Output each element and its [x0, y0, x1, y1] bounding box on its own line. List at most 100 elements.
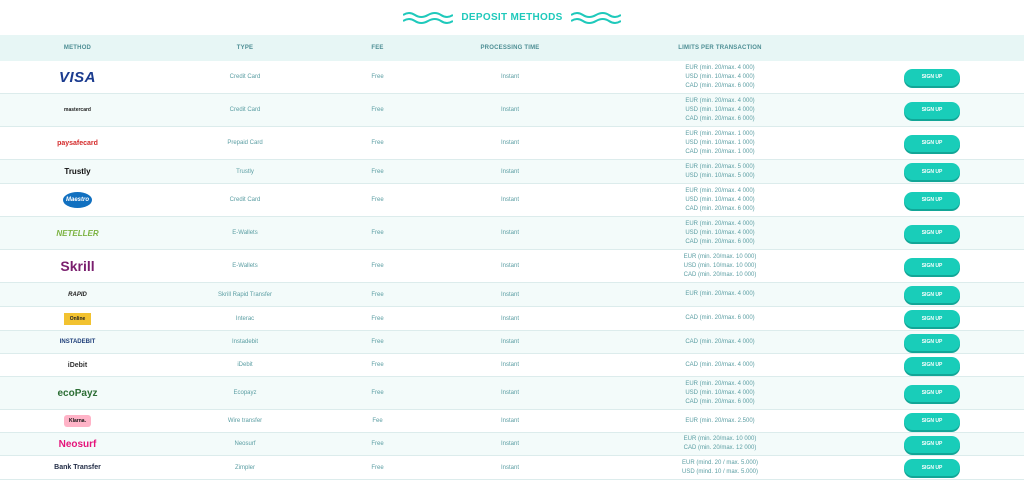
- processing-cell: Instant: [500, 362, 519, 368]
- processing-cell: Instant: [500, 418, 519, 424]
- limit-line: USD (min. 10/max. 4 000): [685, 73, 755, 80]
- limit-line: CAD (min. 20/max. 4 000): [685, 361, 755, 368]
- type-cell: E-Wallets: [232, 263, 258, 269]
- table-row: RAPID Skrill Rapid Transfer Free Instant EUR…: [0, 283, 1024, 307]
- sign-up-button[interactable]: SIGN UP: [904, 412, 960, 430]
- limit-line: EUR (min. 20/max. 2.500): [685, 417, 755, 424]
- table-row: Online Interac Free Instant CAD (min. 20/max…: [0, 307, 1024, 331]
- method-cell: Neosurf: [0, 439, 155, 450]
- limit-line: USD (min. 10/max. 4 000): [685, 389, 755, 396]
- table-row: Bank Transfer Zimpler Free Instant EUR (mind…: [0, 456, 1024, 480]
- limit-line: EUR (min. 20/max. 4 000): [685, 291, 755, 297]
- table-row: VISA Credit Card Free Instant EUR (min. 20/m…: [0, 61, 1024, 94]
- sign-up-button[interactable]: SIGN UP: [904, 191, 960, 209]
- table-row: INSTADEBIT Instadebit Free Instant CAD (min.…: [0, 331, 1024, 354]
- fee-cell: Free: [371, 230, 384, 236]
- fee-cell: Free: [371, 197, 384, 203]
- table-row: Maestro Credit Card Free Instant EUR (min. 2…: [0, 184, 1024, 217]
- limits-cell: EUR (min. 20/max. 10 000) USD (min. 10/ma…: [600, 253, 840, 280]
- limit-line: USD (min. 10/max. 5 000): [685, 172, 755, 179]
- limits-cell: CAD (min. 20/max. 4 000): [600, 338, 840, 347]
- sign-up-button[interactable]: SIGN UP: [904, 224, 960, 242]
- processing-cell: Instant: [500, 464, 519, 471]
- limit-line: USD (min. 10/max. 1 000): [685, 139, 755, 146]
- limit-line: EUR (min. 20/max. 10 000): [683, 436, 757, 442]
- method-cell: NETELLER: [0, 229, 155, 238]
- type-cell: Ecopayz: [233, 390, 257, 396]
- sign-up-button[interactable]: SIGN UP: [904, 310, 960, 327]
- limits-cell: EUR (min. 20/max. 4 000) USD (min. 10/max…: [600, 97, 840, 124]
- skrill-logo-icon: Skrill: [60, 258, 95, 274]
- limit-line: USD (min. 10/max. 10 000): [683, 262, 757, 269]
- table-row: Neosurf Neosurf Free Instant EUR (min. 20/ma…: [0, 433, 1024, 456]
- table-body: VISA Credit Card Free Instant EUR (min. 20/m…: [0, 61, 1024, 480]
- processing-cell: Instant: [500, 230, 519, 236]
- limit-line: EUR (mind. 20 / max. 5.000): [681, 459, 759, 466]
- limit-line: USD (mind. 10 / max. 5.000): [681, 468, 759, 475]
- table-row: ecoPayz Ecopayz Free Instant EUR (min. 20/ma…: [0, 377, 1024, 410]
- limits-cell: EUR (min. 20/max. 1 000) USD (min. 10/max…: [600, 130, 840, 157]
- sign-up-button[interactable]: SIGN UP: [904, 257, 960, 275]
- method-cell: Online: [0, 312, 155, 325]
- type-cell: Zimpler: [234, 464, 255, 471]
- limit-line: CAD (min. 20/max. 10 000): [683, 271, 757, 278]
- column-header-fee: FEE: [371, 45, 384, 51]
- klarna-logo-icon: Klarna.: [64, 415, 91, 427]
- type-cell: Instadebit: [231, 339, 259, 345]
- fee-cell: Free: [371, 441, 384, 447]
- limit-line: CAD (min. 20/max. 6 000): [685, 238, 755, 245]
- limits-cell: EUR (min. 20/max. 4 000) USD (min. 10/max…: [600, 187, 840, 214]
- section-header: DEPOSIT METHODS: [0, 0, 1024, 35]
- type-cell: Credit Card: [229, 74, 261, 80]
- column-header-processing: PROCESSING TIME: [480, 45, 540, 51]
- fee-cell: Free: [371, 263, 384, 269]
- method-cell: paysafecard: [0, 140, 155, 147]
- method-cell: mastercard: [0, 107, 155, 113]
- method-cell: Bank Transfer: [0, 464, 155, 471]
- processing-cell: Instant: [500, 107, 519, 113]
- limit-line: CAD (min. 20/max. 1 000): [685, 148, 755, 155]
- type-cell: Interac: [235, 315, 255, 322]
- sign-up-button[interactable]: SIGN UP: [904, 435, 960, 453]
- mastercard-logo-icon: mastercard: [64, 107, 91, 113]
- limit-line: EUR (min. 20/max. 5 000): [685, 163, 755, 170]
- type-cell: Credit Card: [229, 107, 261, 113]
- paysafecard-logo-icon: paysafecard: [57, 139, 98, 147]
- sign-up-button[interactable]: SIGN UP: [904, 101, 960, 119]
- limit-line: EUR (min. 20/max. 4 000): [685, 64, 755, 71]
- limit-line: CAD (min. 20/max. 4 000): [685, 338, 755, 345]
- limit-line: CAD (min. 20/max. 6 000): [685, 115, 755, 122]
- sign-up-button[interactable]: SIGN UP: [904, 459, 960, 476]
- method-cell: ecoPayz: [0, 388, 155, 399]
- sign-up-button[interactable]: SIGN UP: [904, 356, 960, 374]
- sign-up-button[interactable]: SIGN UP: [904, 333, 960, 351]
- fee-cell: Free: [371, 74, 384, 80]
- instadebit-logo-icon: INSTADEBIT: [59, 339, 96, 345]
- limits-cell: CAD (min. 20/max. 4 000): [600, 361, 840, 370]
- table-row: NETELLER E-Wallets Free Instant EUR (min. 20…: [0, 217, 1024, 250]
- fee-cell: Free: [371, 291, 384, 298]
- fee-cell: Free: [371, 464, 384, 471]
- limit-line: USD (min. 10/max. 4 000): [685, 106, 755, 113]
- limits-cell: EUR (min. 20/max. 10 000) CAD (min. 20/ma…: [600, 435, 840, 453]
- sign-up-button[interactable]: SIGN UP: [904, 134, 960, 152]
- sign-up-button[interactable]: SIGN UP: [904, 384, 960, 402]
- limit-line: CAD (min. 20/max. 6 000): [685, 205, 755, 212]
- sign-up-button[interactable]: SIGN UP: [904, 286, 960, 303]
- sign-up-button[interactable]: SIGN UP: [904, 163, 960, 180]
- sign-up-button[interactable]: SIGN UP: [904, 68, 960, 86]
- processing-cell: Instant: [500, 197, 519, 203]
- maestro-logo-icon: Maestro: [62, 192, 92, 208]
- table-row: Trustly Trustly Free Instant EUR (min. 20/ma…: [0, 160, 1024, 184]
- limits-cell: EUR (min. 20/max. 5 000) USD (min. 10/max…: [600, 163, 840, 181]
- type-cell: Skrill Rapid Transfer: [217, 291, 273, 298]
- type-cell: iDebit: [237, 362, 253, 368]
- table-row: mastercard Credit Card Free Instant EUR (min…: [0, 94, 1024, 127]
- table-row: paysafecard Prepaid Card Free Instant EUR (m…: [0, 127, 1024, 160]
- table-row: iDebit iDebit Free Instant CAD (min. 20/max.…: [0, 354, 1024, 377]
- type-cell: Neosurf: [234, 441, 256, 447]
- limit-line: USD (min. 10/max. 4 000): [685, 196, 755, 203]
- method-cell: Maestro: [0, 192, 155, 208]
- processing-cell: Instant: [500, 74, 519, 80]
- limit-line: EUR (min. 20/max. 4 000): [685, 380, 755, 387]
